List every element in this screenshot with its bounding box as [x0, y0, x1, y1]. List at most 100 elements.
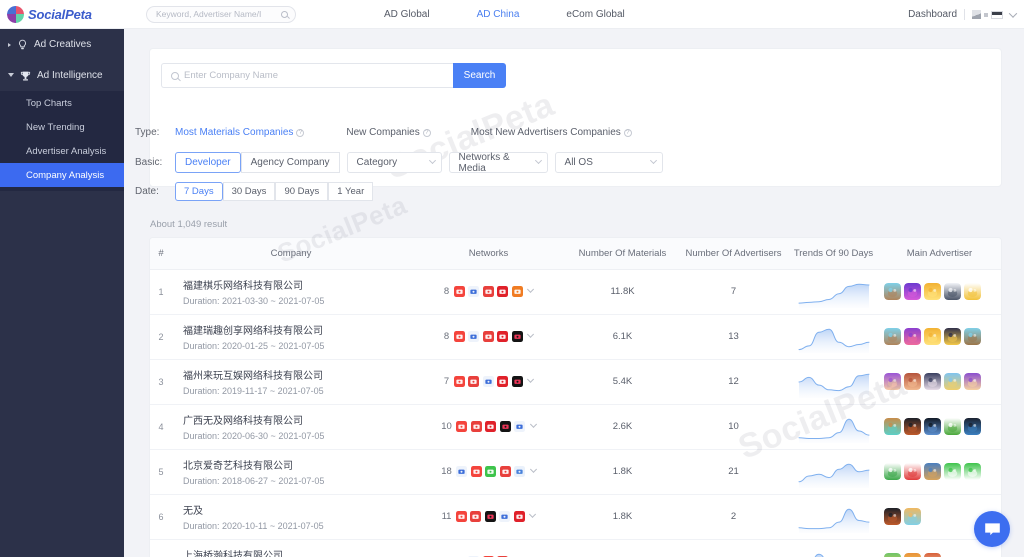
- dashboard-link[interactable]: Dashboard: [908, 9, 957, 20]
- row-company-cell[interactable]: 上海桥瀚科技有限公司Duration: 2019-09-26 ~ 2021-07…: [172, 539, 410, 557]
- row-networks-cell[interactable]: 7: [410, 359, 567, 405]
- app-chick-icon[interactable]: [944, 328, 961, 345]
- company-name[interactable]: 无及: [183, 502, 410, 517]
- app-dragon-icon[interactable]: [944, 373, 961, 390]
- basic-segment-developer[interactable]: Developer: [175, 152, 241, 173]
- date-option-1-year[interactable]: 1 Year: [328, 182, 374, 201]
- date-option-30-days[interactable]: 30 Days: [222, 182, 276, 201]
- chat-bubble-button[interactable]: [974, 511, 1010, 547]
- baidu-icon[interactable]: [482, 376, 494, 387]
- row-networks-cell[interactable]: 10: [410, 404, 567, 450]
- company-search-input[interactable]: Enter Company Name: [161, 63, 453, 88]
- table-row[interactable]: 1 福建棋乐网络科技有限公司 Duration: 2021-03-30 ~ 2021…: [150, 269, 1001, 315]
- os-dropdown[interactable]: All OS: [554, 152, 663, 173]
- app-gold-icon[interactable]: [904, 553, 921, 557]
- company-name[interactable]: 福建瑞趣创享网络科技有限公司: [183, 322, 410, 337]
- youku-icon[interactable]: [497, 376, 509, 387]
- app-sand-icon[interactable]: [904, 508, 921, 525]
- search-button[interactable]: Search: [453, 63, 506, 88]
- table-row[interactable]: 5 北京爱奇艺科技有限公司 Duration: 2018-06-27 ~ 2021-…: [150, 449, 1001, 495]
- row-main-advertiser-cell[interactable]: [878, 404, 1001, 450]
- chevron-down-icon[interactable]: [529, 465, 537, 473]
- app-hut-icon[interactable]: [884, 283, 901, 300]
- info-icon[interactable]: ?: [296, 128, 305, 137]
- app-anime-icon[interactable]: [924, 373, 941, 390]
- chevron-down-icon[interactable]: [529, 510, 537, 518]
- category-dropdown[interactable]: Category: [346, 152, 442, 173]
- type-option-most-materials[interactable]: Most Materials Companies ?: [175, 127, 305, 138]
- kuaishou-icon[interactable]: [453, 286, 465, 297]
- app-logo[interactable]: SocialPeta: [0, 0, 124, 29]
- date-option-7-days[interactable]: 7 Days: [175, 182, 223, 201]
- app-farm-icon[interactable]: [884, 553, 901, 557]
- sidebar-item-top-charts[interactable]: Top Charts: [0, 91, 124, 115]
- kuaishou-icon[interactable]: [453, 331, 465, 342]
- iqiyi-icon[interactable]: [511, 286, 523, 297]
- type-option-new-companies[interactable]: New Companies ?: [346, 127, 431, 138]
- nav-tab-ad-china[interactable]: AD China: [477, 9, 520, 20]
- type-option-most-new-advertisers[interactable]: Most New Advertisers Companies ?: [471, 127, 632, 138]
- app-dark-icon[interactable]: [884, 508, 901, 525]
- chevron-down-icon[interactable]: [527, 330, 535, 338]
- sidebar-item-advertiser-analysis[interactable]: Advertiser Analysis: [0, 139, 124, 163]
- company-name[interactable]: 北京爱奇艺科技有限公司: [183, 457, 410, 472]
- chevron-down-icon[interactable]: [527, 375, 535, 383]
- baidu-icon[interactable]: [514, 421, 526, 432]
- app-globe-icon[interactable]: [884, 418, 901, 435]
- app-box-icon[interactable]: [924, 283, 941, 300]
- kuaishou-icon[interactable]: [453, 376, 465, 387]
- info-icon[interactable]: ?: [623, 128, 632, 137]
- baidu-icon[interactable]: [468, 286, 480, 297]
- toutiao-icon[interactable]: [470, 421, 482, 432]
- app-village-icon[interactable]: [924, 463, 941, 480]
- app-turtle-icon[interactable]: [944, 418, 961, 435]
- kuaishou-icon[interactable]: [455, 511, 467, 522]
- row-networks-cell[interactable]: 3: [410, 539, 567, 557]
- app-girl2-icon[interactable]: [904, 373, 921, 390]
- table-row[interactable]: 2 福建瑞趣创享网络科技有限公司 Duration: 2020-01-25 ~ 20…: [150, 314, 1001, 360]
- sidebar-group-ad-intelligence[interactable]: Ad Intelligence Top Charts New Trending …: [0, 60, 124, 191]
- chevron-down-icon[interactable]: [529, 420, 537, 428]
- kuaishou-icon[interactable]: [470, 466, 482, 477]
- app-hut2-icon[interactable]: [964, 328, 981, 345]
- flag-language-icon[interactable]: [972, 10, 1003, 19]
- app-girl-icon[interactable]: [884, 373, 901, 390]
- row-networks-cell[interactable]: 8: [410, 314, 567, 360]
- youku-icon[interactable]: [497, 331, 509, 342]
- row-company-cell[interactable]: 福建棋乐网络科技有限公司 Duration: 2021-03-30 ~ 2021-…: [172, 269, 410, 315]
- wechat-icon[interactable]: [485, 466, 497, 477]
- nav-tab-ad-global[interactable]: AD Global: [384, 9, 430, 20]
- app-diy-icon[interactable]: [964, 463, 981, 480]
- sidebar-item-new-trending[interactable]: New Trending: [0, 115, 124, 139]
- row-company-cell[interactable]: 北京爱奇艺科技有限公司 Duration: 2018-06-27 ~ 2021-0…: [172, 449, 410, 495]
- douyin-icon[interactable]: [484, 511, 496, 522]
- row-company-cell[interactable]: 福建瑞趣创享网络科技有限公司 Duration: 2020-01-25 ~ 202…: [172, 314, 410, 360]
- row-main-advertiser-cell[interactable]: [878, 449, 1001, 495]
- app-box-icon[interactable]: [924, 328, 941, 345]
- row-company-cell[interactable]: 福州来玩互娱网络科技有限公司 Duration: 2019-11-17 ~ 202…: [172, 359, 410, 405]
- tencent-icon[interactable]: [514, 466, 526, 477]
- nav-tab-ecom-global[interactable]: eCom Global: [566, 9, 624, 20]
- douyin-icon[interactable]: [499, 421, 511, 432]
- app-red-icon[interactable]: [904, 463, 921, 480]
- app-purple-icon[interactable]: [904, 283, 921, 300]
- company-name[interactable]: 上海桥瀚科技有限公司: [183, 547, 410, 557]
- row-company-cell[interactable]: 无及 Duration: 2020-10-11 ~ 2021-07-05: [172, 494, 410, 540]
- sidebar-group-ad-creatives[interactable]: Ad Creatives: [0, 29, 124, 60]
- youku-icon[interactable]: [497, 286, 509, 297]
- company-name[interactable]: 福建棋乐网络科技有限公司: [183, 277, 410, 292]
- app-monster-icon[interactable]: [904, 328, 921, 345]
- youku-icon[interactable]: [513, 511, 525, 522]
- app-book-icon[interactable]: [944, 463, 961, 480]
- kuaishou-icon[interactable]: [456, 421, 468, 432]
- douyin-icon[interactable]: [511, 376, 523, 387]
- douyin-icon[interactable]: [511, 331, 523, 342]
- toutiao-icon[interactable]: [470, 511, 482, 522]
- baidu-icon[interactable]: [468, 331, 480, 342]
- toutiao-icon[interactable]: [468, 376, 480, 387]
- app-arrow-icon[interactable]: [884, 463, 901, 480]
- app-cat-icon[interactable]: [964, 373, 981, 390]
- table-row[interactable]: 4 广西无及网络科技有限公司 Duration: 2020-06-30 ~ 2021…: [150, 404, 1001, 450]
- row-networks-cell[interactable]: 8: [410, 269, 567, 315]
- app-space-icon[interactable]: [924, 418, 941, 435]
